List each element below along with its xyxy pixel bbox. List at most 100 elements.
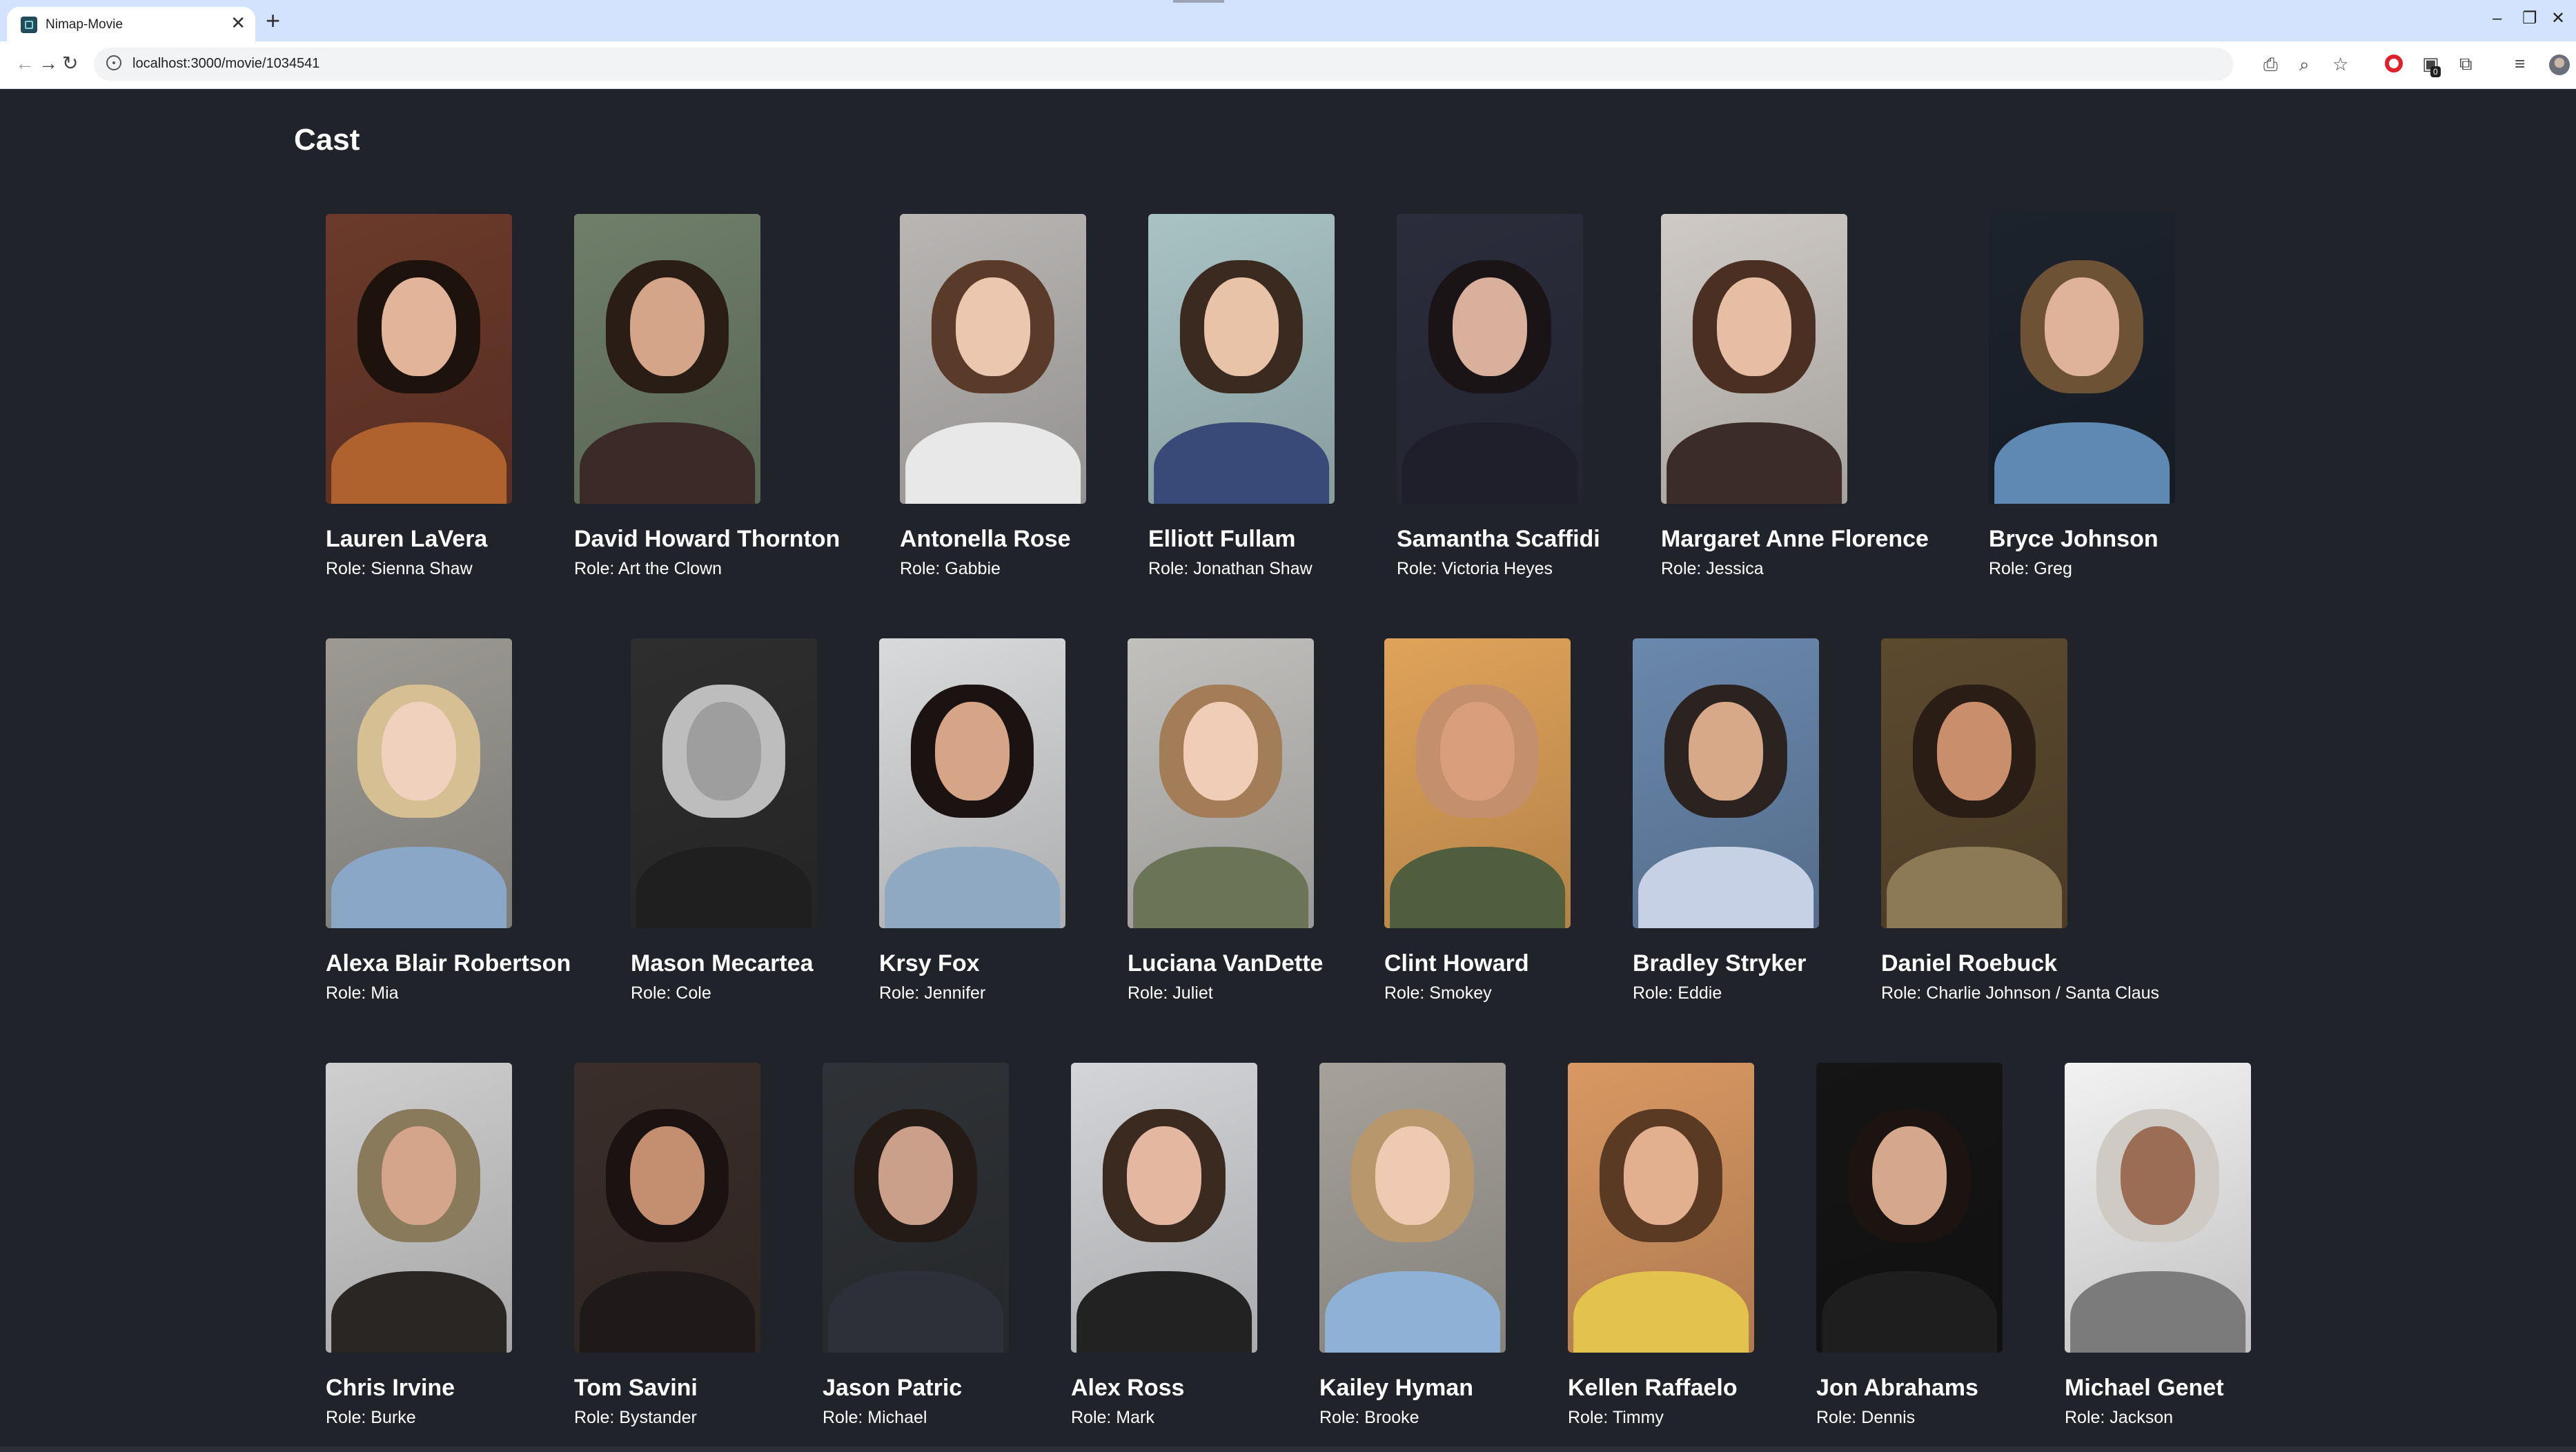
site-info-icon[interactable] [106, 55, 121, 70]
actor-name[interactable]: Samantha Scaffidi [1397, 526, 1600, 553]
actor-name[interactable]: Alexa Blair Robertson [326, 950, 571, 977]
photo-face [1440, 702, 1515, 801]
site-favicon-icon [21, 17, 37, 33]
actor-photo[interactable] [1633, 638, 1819, 928]
actor-name[interactable]: Clint Howard [1384, 950, 1529, 977]
actor-photo[interactable] [1128, 638, 1314, 928]
photo-face [1375, 1126, 1450, 1226]
forward-icon[interactable]: → [39, 51, 58, 76]
actor-name[interactable]: Krsy Fox [879, 950, 980, 977]
actor-photo[interactable] [1816, 1063, 2003, 1353]
actor-name[interactable]: Bryce Johnson [1989, 526, 2159, 553]
actor-name[interactable]: Michael Genet [2065, 1375, 2224, 1402]
photo-torso [1638, 847, 1813, 928]
actor-photo[interactable] [574, 1063, 760, 1353]
photo-face [1624, 1126, 1698, 1226]
actor-name[interactable]: Kellen Raffaelo [1568, 1375, 1738, 1402]
actor-photo[interactable] [1661, 214, 1847, 504]
actor-role: Role: Bystander [574, 1408, 697, 1427]
photo-face [687, 702, 761, 801]
actor-role: Role: Art the Clown [574, 559, 722, 578]
actor-role: Role: Dennis [1816, 1408, 1916, 1427]
actor-role: Role: Sienna Shaw [326, 559, 473, 578]
install-app-icon[interactable]: ⎙ [2263, 53, 2278, 75]
actor-name[interactable]: Bradley Stryker [1633, 950, 1806, 977]
actor-photo[interactable] [631, 638, 817, 928]
actor-photo[interactable] [326, 1063, 512, 1353]
actor-photo[interactable] [1384, 638, 1571, 928]
photo-face [630, 277, 705, 377]
actor-name[interactable]: Daniel Roebuck [1881, 950, 2057, 977]
photo-face [956, 277, 1030, 377]
bookmark-star-icon[interactable]: ☆ [2332, 53, 2348, 75]
actor-role: Role: Victoria Heyes [1397, 559, 1553, 578]
extensions-puzzle-icon[interactable]: ⧉ [2459, 54, 2472, 73]
reading-list-icon[interactable]: ≡ [2515, 54, 2525, 73]
tab-nimap-movie[interactable]: Nimap-Movie ✕ [7, 7, 255, 41]
actor-name[interactable]: Margaret Anne Florence [1661, 526, 1929, 553]
photo-face [382, 702, 456, 801]
photo-torso [1994, 422, 2170, 504]
photo-torso [828, 1271, 1003, 1353]
actor-name[interactable]: Tom Savini [574, 1375, 698, 1402]
restore-window-button[interactable]: ❐ [2522, 8, 2537, 29]
photo-face [382, 1126, 456, 1226]
close-window-button[interactable]: ✕ [2551, 8, 2565, 29]
minimize-window-button[interactable]: – [2493, 8, 2501, 29]
actor-role: Role: Gabbie [900, 559, 1001, 578]
actor-role: Role: Brooke [1319, 1408, 1419, 1427]
photo-face [630, 1126, 705, 1226]
new-tab-button[interactable]: + [266, 7, 280, 35]
actor-photo[interactable] [574, 214, 760, 504]
actor-photo[interactable] [1989, 214, 2175, 504]
actor-name[interactable]: Mason Mecartea [631, 950, 814, 977]
zoom-icon[interactable]: ⌕ [2299, 53, 2310, 75]
actor-photo[interactable] [1148, 214, 1335, 504]
photo-torso [331, 422, 507, 504]
photo-torso [331, 847, 507, 928]
photo-torso [905, 422, 1081, 504]
url-text[interactable]: localhost:3000/movie/1034541 [132, 56, 319, 72]
actor-name[interactable]: Kailey Hyman [1319, 1375, 1473, 1402]
actor-photo[interactable] [326, 638, 512, 928]
photo-torso [1325, 1271, 1500, 1353]
actor-photo[interactable] [1881, 638, 2067, 928]
tab-close-icon[interactable]: ✕ [230, 12, 246, 34]
actor-name[interactable]: Lauren LaVera [326, 526, 487, 553]
actor-photo[interactable] [1397, 214, 1583, 504]
actor-role: Role: Charlie Johnson / Santa Claus [1881, 983, 2160, 1003]
actor-role: Role: Cole [631, 983, 711, 1003]
actor-photo[interactable] [1319, 1063, 1506, 1353]
actor-name[interactable]: Jon Abrahams [1816, 1375, 1978, 1402]
actor-name[interactable]: Elliott Fullam [1148, 526, 1295, 553]
actor-photo[interactable] [900, 214, 1086, 504]
photo-face [1689, 702, 1763, 801]
actor-name[interactable]: Chris Irvine [326, 1375, 455, 1402]
address-bar[interactable]: localhost:3000/movie/1034541 ⎙ ⌕ ☆ [94, 48, 2348, 81]
profile-avatar[interactable] [2549, 55, 2570, 75]
actor-name[interactable]: Alex Ross [1071, 1375, 1184, 1402]
photo-face [2045, 277, 2119, 377]
reload-icon[interactable]: ↻ [62, 51, 78, 76]
cast-heading: Cast [294, 123, 360, 157]
horizontal-scrollbar[interactable] [0, 1446, 2576, 1452]
actor-photo[interactable] [1071, 1063, 1257, 1353]
photo-torso [1133, 847, 1308, 928]
tab-strip-drag-handle[interactable] [1173, 0, 1224, 3]
actor-photo[interactable] [823, 1063, 1009, 1353]
actor-photo[interactable] [879, 638, 1065, 928]
opera-extension-icon[interactable] [2385, 55, 2403, 72]
photo-face [935, 702, 1010, 801]
actor-photo[interactable] [1568, 1063, 1754, 1353]
actor-name[interactable]: Jason Patric [823, 1375, 962, 1402]
photo-torso [331, 1271, 507, 1353]
actor-photo[interactable] [326, 214, 512, 504]
photo-torso [1154, 422, 1329, 504]
actor-name[interactable]: David Howard Thornton [574, 526, 840, 553]
actor-photo[interactable] [2065, 1063, 2251, 1353]
actor-role: Role: Jessica [1661, 559, 1764, 578]
actor-name[interactable]: Antonella Rose [900, 526, 1070, 553]
back-icon[interactable]: ← [15, 51, 35, 76]
actor-name[interactable]: Luciana VanDette [1128, 950, 1323, 977]
browser-toolbar: ← → ↻ localhost:3000/movie/1034541 ⎙ ⌕ ☆ [0, 41, 2576, 89]
